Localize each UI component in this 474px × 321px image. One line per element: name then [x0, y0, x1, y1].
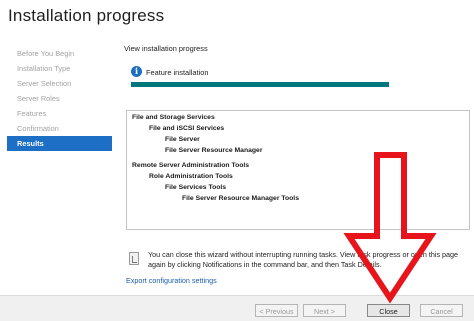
- installation-progress-bar: [131, 82, 389, 87]
- result-item: File and Storage Services: [132, 114, 215, 121]
- nav-item-results[interactable]: Results: [7, 136, 112, 151]
- result-item: Role Administration Tools: [149, 173, 233, 180]
- cancel-button[interactable]: Cancel: [420, 304, 463, 317]
- result-item: File Server: [165, 136, 200, 143]
- result-item: File Server Resource Manager: [165, 147, 263, 154]
- result-item: File Services Tools: [165, 184, 227, 191]
- view-progress-label: View installation progress: [124, 44, 208, 53]
- info-icon: i: [131, 66, 142, 77]
- main-panel: View installation progress i Feature ins…: [124, 0, 474, 295]
- result-item: File and iSCSI Services: [149, 125, 225, 132]
- nav-item-installation-type[interactable]: Installation Type: [7, 61, 112, 76]
- wizard-nav: Before You Begin Installation Type Serve…: [7, 46, 112, 151]
- result-item: Remote Server Administration Tools: [132, 162, 250, 169]
- export-configuration-link[interactable]: Export configuration settings: [126, 276, 217, 285]
- nav-item-before-you-begin[interactable]: Before You Begin: [7, 46, 112, 61]
- nav-item-confirmation[interactable]: Confirmation: [7, 121, 112, 136]
- nav-item-server-roles[interactable]: Server Roles: [7, 91, 112, 106]
- next-button[interactable]: Next >: [303, 304, 346, 317]
- close-button[interactable]: Close: [367, 304, 410, 317]
- progress-bar-fill: [131, 82, 389, 87]
- nav-item-features[interactable]: Features: [7, 106, 112, 121]
- nav-item-server-selection[interactable]: Server Selection: [7, 76, 112, 91]
- previous-button[interactable]: < Previous: [255, 304, 298, 317]
- results-list: File and Storage Services File and iSCSI…: [126, 110, 470, 230]
- feature-installation-label: Feature installation: [146, 68, 209, 77]
- close-wizard-note: You can close this wizard without interr…: [148, 250, 459, 269]
- result-item: File Server Resource Manager Tools: [182, 195, 299, 202]
- notification-flag-icon: [129, 252, 139, 265]
